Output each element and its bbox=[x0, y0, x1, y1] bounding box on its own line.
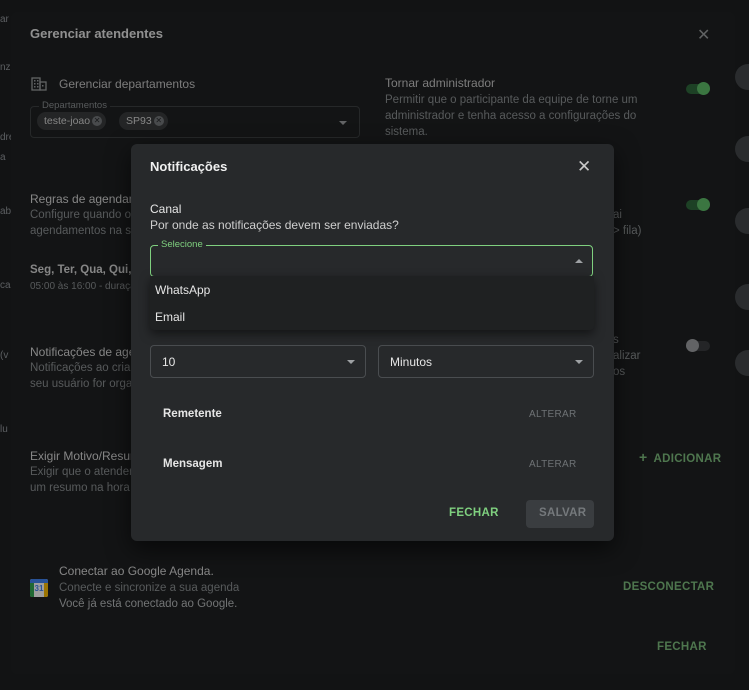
unit-select[interactable]: Minutos bbox=[378, 345, 594, 378]
save-label: SALVAR bbox=[539, 507, 587, 519]
peek-avatar bbox=[735, 136, 749, 162]
chevron-up-icon[interactable] bbox=[575, 259, 583, 263]
change-message-button[interactable]: ALTERAR bbox=[529, 459, 576, 470]
unit-value: Minutos bbox=[390, 355, 433, 369]
notifications-modal: Notificações ✕ Canal Por onde as notific… bbox=[131, 144, 614, 541]
peek-text: ar bbox=[0, 14, 9, 25]
amount-value: 10 bbox=[162, 355, 176, 369]
peek-avatar bbox=[735, 64, 749, 90]
select-legend: Selecione bbox=[158, 239, 206, 250]
channel-options-menu: WhatsApp Email bbox=[150, 276, 594, 330]
peek-text: (v bbox=[0, 350, 9, 361]
peek-text: lu bbox=[0, 424, 8, 435]
modal-close-button[interactable]: FECHAR bbox=[449, 507, 499, 519]
peek-avatar bbox=[735, 350, 749, 376]
sender-label: Remetente bbox=[163, 408, 222, 420]
option-email[interactable]: Email bbox=[155, 310, 185, 324]
message-label: Mensagem bbox=[163, 458, 223, 470]
chevron-down-icon[interactable] bbox=[575, 360, 583, 364]
amount-select[interactable]: 10 bbox=[150, 345, 366, 378]
change-sender-button[interactable]: ALTERAR bbox=[529, 409, 576, 420]
peek-text: nz bbox=[0, 62, 11, 73]
save-button[interactable]: SALVAR bbox=[526, 500, 594, 528]
channel-description: Por onde as notificações devem ser envia… bbox=[150, 218, 399, 232]
channel-label: Canal bbox=[150, 202, 182, 216]
close-icon[interactable]: ✕ bbox=[577, 157, 591, 177]
option-whatsapp[interactable]: WhatsApp bbox=[155, 283, 210, 297]
modal-title: Notificações bbox=[150, 159, 228, 174]
peek-avatar bbox=[735, 284, 749, 310]
peek-avatar bbox=[735, 208, 749, 234]
channel-select[interactable]: Selecione bbox=[150, 239, 593, 277]
peek-text: a bbox=[0, 152, 6, 163]
chevron-down-icon[interactable] bbox=[347, 360, 355, 364]
